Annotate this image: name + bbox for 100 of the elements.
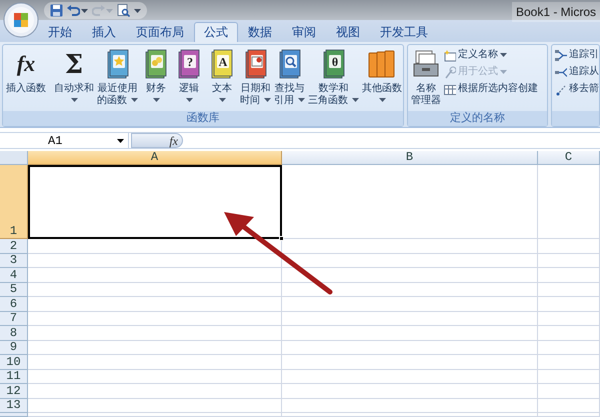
sheet-cell[interactable] xyxy=(538,384,600,398)
ribbon-button[interactable]: 日期和 时间 xyxy=(239,46,272,107)
caret-icon xyxy=(134,8,141,12)
quick-access-button[interactable] xyxy=(50,4,63,17)
row-header[interactable]: 1 xyxy=(0,165,28,239)
ribbon-tab[interactable]: 插入 xyxy=(82,22,126,42)
ribbon-button[interactable]: 名称 管理器 xyxy=(410,46,442,107)
sheet-cell[interactable] xyxy=(538,312,600,326)
sheet-cell[interactable] xyxy=(538,340,600,355)
ribbon-button[interactable]: fx 插入函数 xyxy=(5,46,47,95)
sheet-cell[interactable] xyxy=(282,312,538,326)
sheet-cell[interactable] xyxy=(28,370,282,384)
row-header[interactable]: 4 xyxy=(0,268,28,282)
table-icon xyxy=(444,82,456,96)
insert-function-button[interactable]: fx xyxy=(131,133,183,148)
sheet-cell[interactable] xyxy=(28,268,282,282)
sheet-cell[interactable] xyxy=(282,297,538,312)
sheet-cell[interactable] xyxy=(282,239,538,254)
ribbon-button[interactable]: 财务 xyxy=(140,46,172,108)
row-header[interactable]: 6 xyxy=(0,297,28,312)
column-header[interactable]: C xyxy=(538,151,600,165)
sheet-cell[interactable] xyxy=(28,282,282,297)
row-header xyxy=(0,413,28,417)
ribbon-button[interactable]: 查找与 引用 xyxy=(273,46,306,107)
sheet-cell[interactable] xyxy=(28,312,282,326)
row-header[interactable]: 5 xyxy=(0,282,28,297)
group-label: 函数库 xyxy=(3,111,403,126)
row-header[interactable]: 11 xyxy=(0,370,28,384)
ribbon-button[interactable]: 其他函数 xyxy=(361,46,403,108)
group-label-bar xyxy=(552,111,599,126)
sheet-cell[interactable] xyxy=(28,384,282,398)
row-header[interactable]: 8 xyxy=(0,326,28,340)
ribbon-button[interactable]: 根据所选内容创建 xyxy=(443,82,539,96)
row-header[interactable]: 12 xyxy=(0,384,28,398)
sheet-cell[interactable] xyxy=(28,355,282,370)
selected-cell[interactable] xyxy=(28,165,282,239)
sheet-cell[interactable] xyxy=(282,282,538,297)
sheet-cell[interactable] xyxy=(538,254,600,268)
select-all-button[interactable] xyxy=(0,151,28,165)
sheet-cell[interactable] xyxy=(282,370,538,384)
sheet-cell[interactable] xyxy=(538,398,600,413)
sheet-cell[interactable] xyxy=(282,340,538,355)
row-header[interactable]: 9 xyxy=(0,340,28,355)
column-header[interactable]: A xyxy=(28,151,282,165)
sheet-cell[interactable] xyxy=(538,326,600,340)
sheet-cell[interactable] xyxy=(538,370,600,384)
sheet-cell[interactable] xyxy=(28,398,282,413)
sheet-cell[interactable] xyxy=(282,384,538,398)
ribbon-button[interactable]: 追踪引 xyxy=(554,48,600,62)
sheet-cell[interactable] xyxy=(282,165,538,239)
caret-icon xyxy=(152,98,160,102)
ribbon-tab[interactable]: 公式 xyxy=(194,22,238,42)
sheet-cell[interactable] xyxy=(282,398,538,413)
quick-access-button[interactable] xyxy=(67,4,88,17)
sheet-cell[interactable] xyxy=(28,326,282,340)
quick-access-button[interactable] xyxy=(134,8,141,12)
caret-icon xyxy=(352,98,359,102)
sheet-cell[interactable] xyxy=(282,413,538,417)
caret-icon xyxy=(218,98,226,102)
sheet-cell[interactable] xyxy=(538,297,600,312)
undo-icon[interactable] xyxy=(67,4,80,17)
sheet-cell[interactable] xyxy=(538,268,600,282)
ribbon-tab[interactable]: 开始 xyxy=(38,22,82,42)
ribbon-button[interactable]: θ 数学和 三角函数 xyxy=(307,46,360,107)
ribbon-tab[interactable]: 数据 xyxy=(238,22,282,42)
ribbon-button[interactable]: 移去箭 xyxy=(554,82,600,96)
ribbon-button[interactable]: ? 逻辑 xyxy=(173,46,205,108)
sheet-cell[interactable] xyxy=(282,268,538,282)
ribbon-button[interactable]: Σ 自动求和 xyxy=(53,46,95,108)
caret-icon xyxy=(378,98,386,102)
caret-icon xyxy=(264,98,271,102)
sheet-cell[interactable] xyxy=(282,326,538,340)
ribbon-tab[interactable]: 页面布局 xyxy=(126,22,194,42)
sheet-cell[interactable] xyxy=(538,355,600,370)
sheet-cell[interactable] xyxy=(282,254,538,268)
ribbon-button[interactable]: 追踪从 xyxy=(554,65,600,79)
sheet-cell[interactable] xyxy=(28,239,282,254)
sheet-cell[interactable] xyxy=(538,282,600,297)
row-header[interactable]: 7 xyxy=(0,312,28,326)
ribbon-tab[interactable]: 开发工具 xyxy=(370,22,438,42)
sheet-cell[interactable] xyxy=(538,239,600,254)
ribbon-button[interactable]: 最近使用 的函数 xyxy=(96,46,139,107)
ribbon-tab[interactable]: 审阅 xyxy=(282,22,326,42)
sheet-cell[interactable] xyxy=(28,340,282,355)
row-header[interactable]: 2 xyxy=(0,239,28,254)
caret-icon xyxy=(500,70,507,74)
sheet-cell[interactable] xyxy=(538,165,600,239)
sheet-cell[interactable] xyxy=(28,413,282,417)
fill-handle[interactable] xyxy=(279,236,284,241)
sheet-cell[interactable] xyxy=(282,355,538,370)
ribbon-tab[interactable]: 视图 xyxy=(326,22,370,42)
column-header[interactable]: B xyxy=(282,151,538,165)
sheet-cell[interactable] xyxy=(28,297,282,312)
row-header[interactable]: 3 xyxy=(0,254,28,268)
sheet-cell[interactable] xyxy=(538,413,600,417)
ribbon-button[interactable]: A 文本 xyxy=(206,46,238,108)
quick-access-button[interactable] xyxy=(117,4,130,17)
ribbon-button[interactable]: 定义名称 xyxy=(443,48,539,62)
row-header[interactable]: 13 xyxy=(0,398,28,413)
row-header[interactable]: 10 xyxy=(0,355,28,370)
